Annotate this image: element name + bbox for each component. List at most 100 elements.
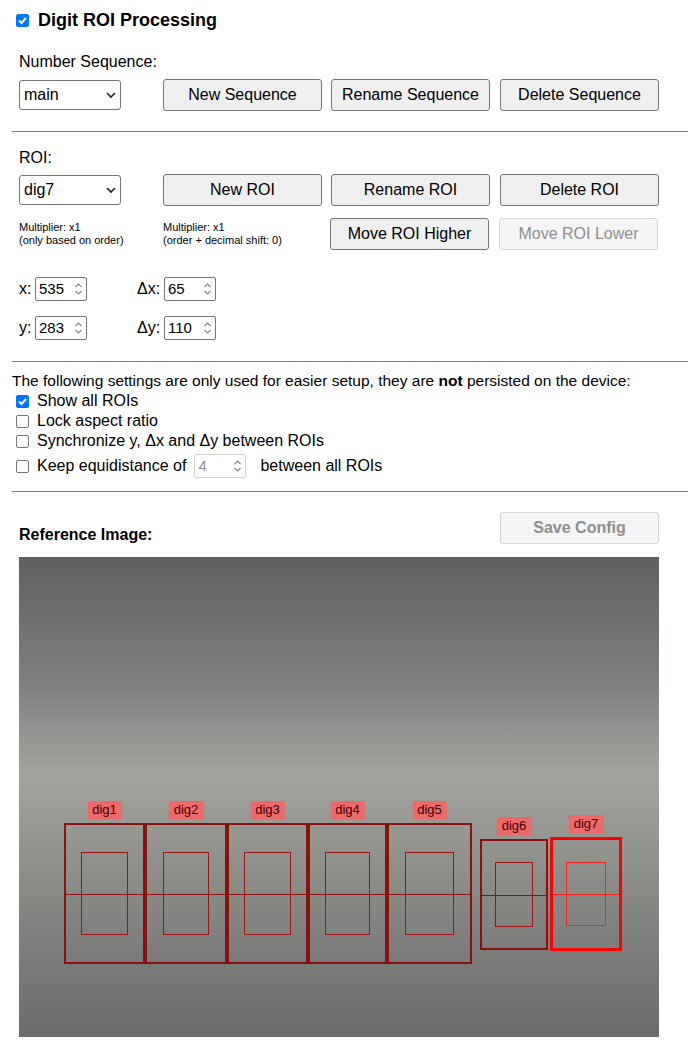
field-label: Δx: [137, 277, 164, 301]
chevron-icon [106, 187, 116, 194]
roi-center-line [310, 894, 385, 895]
roi-label: dig3 [250, 801, 285, 819]
roi-row: dig7 New ROI Rename ROI Delete ROI [19, 174, 688, 206]
roi-inner-box [325, 852, 370, 934]
roi-overlay[interactable]: dig6 [480, 839, 548, 950]
option-row[interactable]: Lock aspect ratio [12, 411, 688, 431]
button-label: Move ROI Higher [348, 222, 472, 246]
reference-photo: dig1dig2dig3dig4dig5dig6dig7 [19, 557, 659, 1037]
multiplier-note: Multiplier: x1(only based on order) [19, 221, 163, 247]
number-input[interactable]: 4 [194, 454, 246, 478]
separator [12, 491, 688, 492]
reference-section: Reference Image:Save Configdig1dig2dig3d… [0, 512, 688, 1037]
button[interactable]: Move ROI Higher [330, 218, 489, 250]
spinner-icon[interactable] [233, 459, 242, 473]
note-text: The following settings are only used for… [12, 372, 439, 389]
roi-label: dig7 [569, 815, 604, 833]
roi-overlay[interactable]: dig2 [145, 823, 227, 964]
roi-overlay[interactable]: dig5 [387, 823, 472, 964]
number-input[interactable]: 535 [35, 277, 87, 301]
multiplier-line: Multiplier: x1 [19, 221, 163, 234]
roi-label: dig4 [330, 801, 365, 819]
roi-center-line [389, 894, 470, 895]
roi-box[interactable] [387, 823, 472, 964]
number-input[interactable]: 110 [164, 316, 216, 340]
option-label: Keep equidistance of [37, 454, 186, 478]
position-fields: x:535Δx:65y:283Δy:110 [19, 277, 688, 340]
roi-overlay[interactable]: dig3 [227, 823, 308, 964]
multiplier-line: Multiplier: x1 [163, 221, 330, 234]
checkbox[interactable] [16, 460, 29, 473]
select-value: dig7 [24, 178, 54, 202]
button-label: Save Config [533, 516, 625, 540]
roi-box[interactable] [308, 823, 387, 964]
sequence-section: Number Sequence:mainNew SequenceRename S… [0, 52, 688, 111]
multiplier-row: Multiplier: x1(only based on order)Multi… [19, 218, 688, 250]
reference-header: Reference Image: Save Config [19, 512, 659, 544]
option-row[interactable]: Keep equidistance of 4 between all ROIs [12, 453, 688, 479]
roi-inner-box [81, 852, 127, 934]
input-value: 65 [168, 278, 185, 301]
input-value: 535 [39, 278, 64, 301]
button[interactable]: New Sequence [163, 79, 322, 111]
option-label: Show all ROIs [37, 389, 138, 413]
multiplier-line: (only based on order) [19, 234, 163, 247]
roi-overlay[interactable]: dig4 [308, 823, 387, 964]
section-title: Digit ROI Processing [0, 0, 688, 30]
button-label: Delete ROI [540, 178, 619, 202]
roi-box[interactable] [64, 823, 145, 964]
checkbox[interactable] [16, 435, 29, 448]
roi-label: dig2 [169, 801, 204, 819]
select[interactable]: main [19, 80, 121, 110]
roi-label: dig1 [87, 801, 122, 819]
button[interactable]: Rename ROI [331, 174, 490, 206]
number-input[interactable]: 65 [164, 277, 216, 301]
input-value: 110 [168, 317, 192, 340]
roi-inner-box [163, 852, 210, 934]
field: x:535 [19, 277, 137, 301]
button[interactable]: Delete ROI [500, 174, 659, 206]
roi-overlay[interactable]: dig1 [64, 823, 145, 964]
field-label: x: [19, 277, 35, 301]
roi-overlay[interactable]: dig7 [550, 837, 622, 951]
roi-inner-box [566, 862, 606, 927]
option-row[interactable]: Synchronize y, Δx and Δy between ROIs [12, 431, 688, 451]
button[interactable]: Rename Sequence [331, 79, 490, 111]
note-bold: not [439, 372, 463, 389]
button[interactable]: Delete Sequence [500, 79, 659, 111]
roi-box[interactable] [227, 823, 308, 964]
roi-box[interactable] [145, 823, 227, 964]
spinner-icon[interactable] [74, 321, 83, 335]
select[interactable]: dig7 [19, 175, 121, 205]
setup-section: The following settings are only used for… [0, 371, 688, 479]
option-row[interactable]: Show all ROIs [12, 391, 688, 411]
check-icon [17, 396, 28, 407]
roi-label: dig5 [412, 801, 447, 819]
roi-section: ROI:dig7New ROIRename ROIDelete ROIMulti… [0, 148, 688, 340]
field: y:283 [19, 316, 137, 340]
button-label: Rename Sequence [342, 83, 479, 107]
checkbox[interactable] [16, 395, 29, 408]
option-label: Synchronize y, Δx and Δy between ROIs [37, 429, 324, 453]
roi-box[interactable] [550, 837, 622, 951]
roi-center-line [553, 894, 619, 895]
number-input[interactable]: 283 [35, 316, 87, 340]
button[interactable]: Move ROI Lower [499, 218, 658, 250]
setup-note: The following settings are only used for… [12, 371, 688, 391]
spinner-icon[interactable] [203, 321, 212, 335]
button[interactable]: New ROI [163, 174, 322, 206]
spinner-icon[interactable] [203, 282, 212, 296]
option-label: between all ROIs [260, 454, 382, 478]
input-value: 4 [198, 455, 206, 478]
button[interactable]: Save Config [500, 512, 659, 544]
checkbox[interactable] [16, 14, 29, 27]
multiplier-line: (order + decimal shift: 0) [163, 234, 330, 247]
checkbox[interactable] [16, 415, 29, 428]
separator [12, 131, 688, 132]
roi-box[interactable] [480, 839, 548, 950]
reference-label: Reference Image: [19, 523, 152, 547]
field: Δx:65 [137, 277, 257, 301]
spinner-icon[interactable] [74, 282, 83, 296]
button-label: New ROI [210, 178, 275, 202]
field-label: y: [19, 316, 35, 340]
